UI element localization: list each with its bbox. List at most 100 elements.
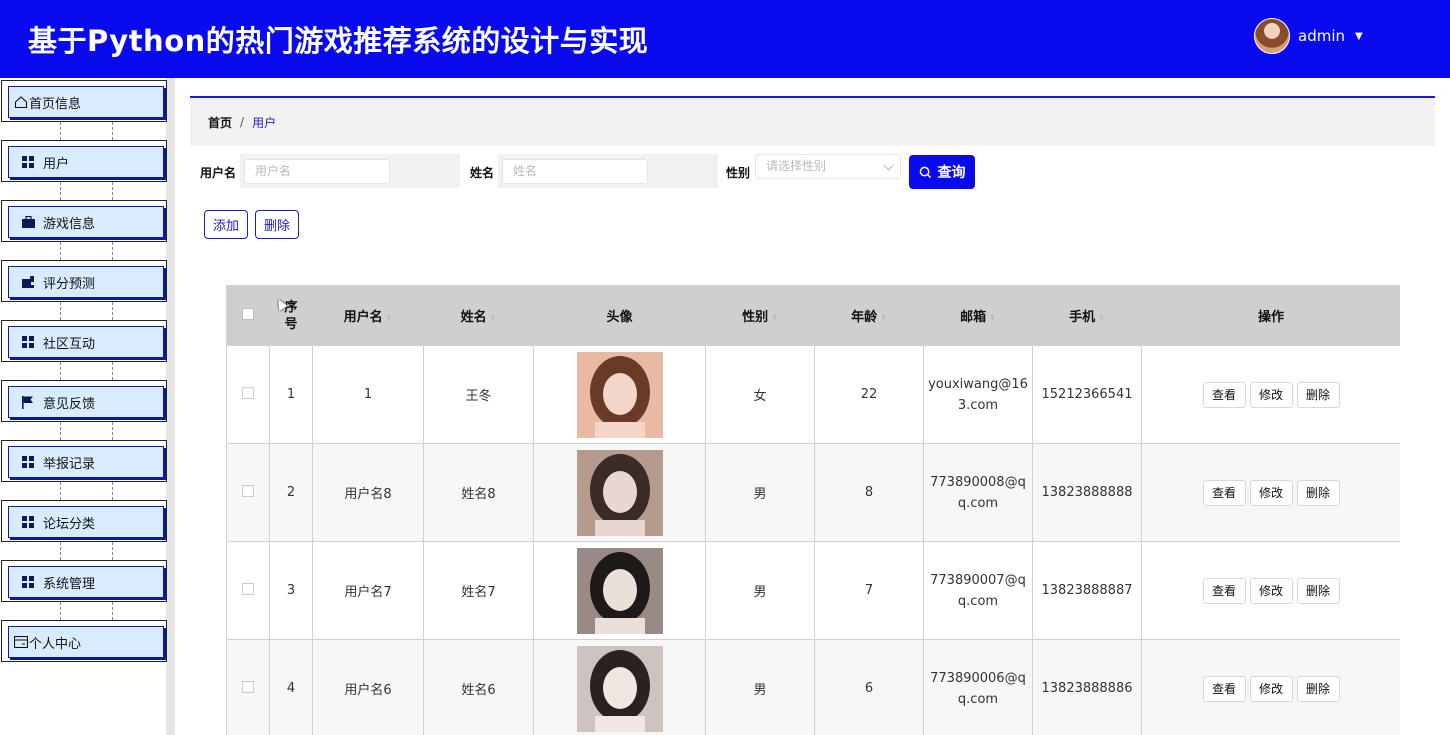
sidebar-item[interactable]: 社区互动 [1, 320, 167, 362]
sort-icon[interactable]: ⬍ [490, 313, 497, 322]
sidebar-item-button[interactable]: 个人中心 [8, 626, 164, 658]
cell-username: 用户名8 [312, 443, 424, 542]
view-button[interactable]: 查看 [1202, 381, 1246, 408]
sort-icon[interactable]: ⬍ [771, 313, 778, 322]
sidebar-item-button[interactable]: 评分预测 [8, 266, 164, 298]
edit-button[interactable]: 修改 [1249, 675, 1293, 702]
row-select-cell[interactable] [226, 639, 270, 735]
add-button[interactable]: 添加 [204, 210, 248, 239]
sidebar-item[interactable]: 游戏信息 [1, 200, 167, 242]
delete-button[interactable]: 删除 [1296, 381, 1340, 408]
table-row[interactable]: 4 用户名6 姓名6 男 6 773890006@qq.com 13823888886 查看修… [226, 639, 1400, 735]
cell-name: 姓名7 [423, 541, 534, 640]
batch-delete-button[interactable]: 删除 [255, 210, 299, 239]
sidebar-scrollbar[interactable] [166, 78, 175, 735]
edit-button[interactable]: 修改 [1249, 479, 1293, 506]
edit-button[interactable]: 修改 [1249, 577, 1293, 604]
grid-icon [21, 455, 35, 469]
grid-icon [21, 515, 35, 529]
home-icon [14, 95, 28, 109]
user-avatar-photo [576, 351, 663, 438]
email-text: youxiwang@163.com [928, 376, 1028, 413]
caret-down-icon[interactable]: ▼ [1355, 31, 1363, 42]
sidebar-item-button[interactable]: 游戏信息 [8, 206, 164, 238]
edit-button[interactable]: 修改 [1249, 381, 1293, 408]
row-select-cell[interactable] [226, 345, 270, 444]
header-index[interactable]: 序号 [269, 285, 313, 346]
sidebar-item-button[interactable]: 举报记录 [8, 446, 164, 478]
row-checkbox[interactable] [242, 386, 254, 399]
row-select-cell[interactable] [226, 443, 270, 542]
sidebar: 首页信息用户游戏信息评分预测社区互动意见反馈举报记录论坛分类系统管理个人中心 [0, 78, 175, 735]
header-name[interactable]: 姓名 ⬍ [423, 285, 534, 346]
sidebar-item[interactable]: 用户 [1, 140, 167, 182]
sidebar-item[interactable]: 论坛分类 [1, 500, 167, 542]
gender-filter-label: 性别 [726, 166, 751, 180]
delete-button[interactable]: 删除 [1296, 675, 1340, 702]
sidebar-item-button[interactable]: 论坛分类 [8, 506, 164, 538]
select-all-cell[interactable] [226, 285, 270, 346]
row-checkbox[interactable] [242, 680, 254, 693]
table-row[interactable]: 1 1 王冬女 22 youxiwang@163.com 15212366541 查看 修改删… [226, 345, 1400, 444]
sidebar-item[interactable]: 首页信息 [1, 80, 167, 122]
sidebar-item-button[interactable]: 首页信息 [8, 86, 164, 118]
sidebar-divider [112, 602, 113, 620]
header-ops: 操作 [1141, 285, 1400, 346]
sidebar-item-label: 举报记录 [43, 456, 96, 472]
breadcrumb-current: 用户 [252, 115, 277, 130]
sidebar-divider [60, 482, 61, 500]
header-gender[interactable]: 性别 ⬍ [705, 285, 815, 346]
sort-icon[interactable]: ⬍ [880, 313, 887, 322]
user-menu[interactable]: admin ▼ [1254, 18, 1363, 54]
view-button[interactable]: 查看 [1202, 479, 1246, 506]
header-email[interactable]: 邮箱 ⬍ [923, 285, 1033, 346]
breadcrumb-separator: / [240, 115, 245, 129]
sidebar-divider [60, 242, 61, 260]
email-text: 773890007@qq.com [930, 572, 1026, 609]
table-row[interactable]: 3 用户名7 姓名7 男 7 773890007@qq.com 13823888887 查看修… [226, 541, 1400, 640]
cell-email: youxiwang@163.com [923, 345, 1033, 444]
row-checkbox[interactable] [242, 484, 254, 497]
gender-select[interactable]: 请选择性别 [755, 154, 901, 179]
delete-button[interactable]: 删除 [1296, 479, 1340, 506]
sidebar-divider [60, 602, 61, 620]
sidebar-item-label: 评分预测 [43, 276, 96, 292]
sidebar-item[interactable]: 评分预测 [1, 260, 167, 302]
breadcrumb-home[interactable]: 首页 [208, 114, 232, 131]
username-search-input[interactable]: 用户名 [244, 159, 390, 184]
grid-icon [21, 335, 35, 349]
name-search-input[interactable]: 姓名 [502, 159, 648, 184]
row-select-cell[interactable] [226, 541, 270, 640]
cell-index: 2 [269, 443, 313, 542]
sidebar-item[interactable]: 举报记录 [1, 440, 167, 482]
select-all-checkbox[interactable] [242, 307, 254, 320]
sidebar-item[interactable]: 意见反馈 [1, 380, 167, 422]
sidebar-item-button[interactable]: 系统管理 [8, 566, 164, 598]
cell-avatar [533, 639, 706, 735]
table-header-row: 序号 用户名 ⬍ 姓名 ⬍ 头像 性别 ⬍ 年龄 ⬍ 邮箱 ⬍ 手机 ⬍ 操作 [226, 285, 1400, 346]
delete-button[interactable]: 删除 [1296, 577, 1340, 604]
sort-icon[interactable]: ⬍ [386, 313, 393, 322]
header-age[interactable]: 年龄 ⬍ [814, 285, 924, 346]
sort-icon[interactable]: ⬍ [1098, 313, 1105, 322]
view-button[interactable]: 查看 [1202, 577, 1246, 604]
sidebar-item[interactable]: 系统管理 [1, 560, 167, 602]
sidebar-item-button[interactable]: 意见反馈 [8, 386, 164, 418]
cell-age: 7 [814, 541, 924, 640]
top-header: 基于Python的热门游戏推荐系统的设计与实现 admin ▼ [0, 0, 1450, 78]
view-button[interactable]: 查看 [1202, 675, 1246, 702]
sidebar-item[interactable]: 个人中心 [1, 620, 167, 662]
sidebar-item-button[interactable]: 社区互动 [8, 326, 164, 358]
query-button[interactable]: 查询 [909, 155, 975, 189]
cell-email: 773890008@qq.com [923, 443, 1033, 542]
main-content: 首页 / 用户 用户名 用户名 姓名 姓名 性别 请选择性别 查询 添加 删除 [190, 96, 1435, 735]
header-username[interactable]: 用户名 ⬍ [312, 285, 424, 346]
sort-icon[interactable]: ⬍ [989, 313, 996, 322]
username-label[interactable]: admin [1298, 27, 1345, 45]
sidebar-divider [60, 182, 61, 200]
sidebar-item-button[interactable]: 用户 [8, 146, 164, 178]
user-avatar[interactable] [1254, 18, 1290, 54]
header-phone[interactable]: 手机 ⬍ [1032, 285, 1142, 346]
table-row[interactable]: 2 用户名8 姓名8 男 8 773890008@qq.com 13823888888 查看修… [226, 443, 1400, 542]
row-checkbox[interactable] [242, 582, 254, 595]
